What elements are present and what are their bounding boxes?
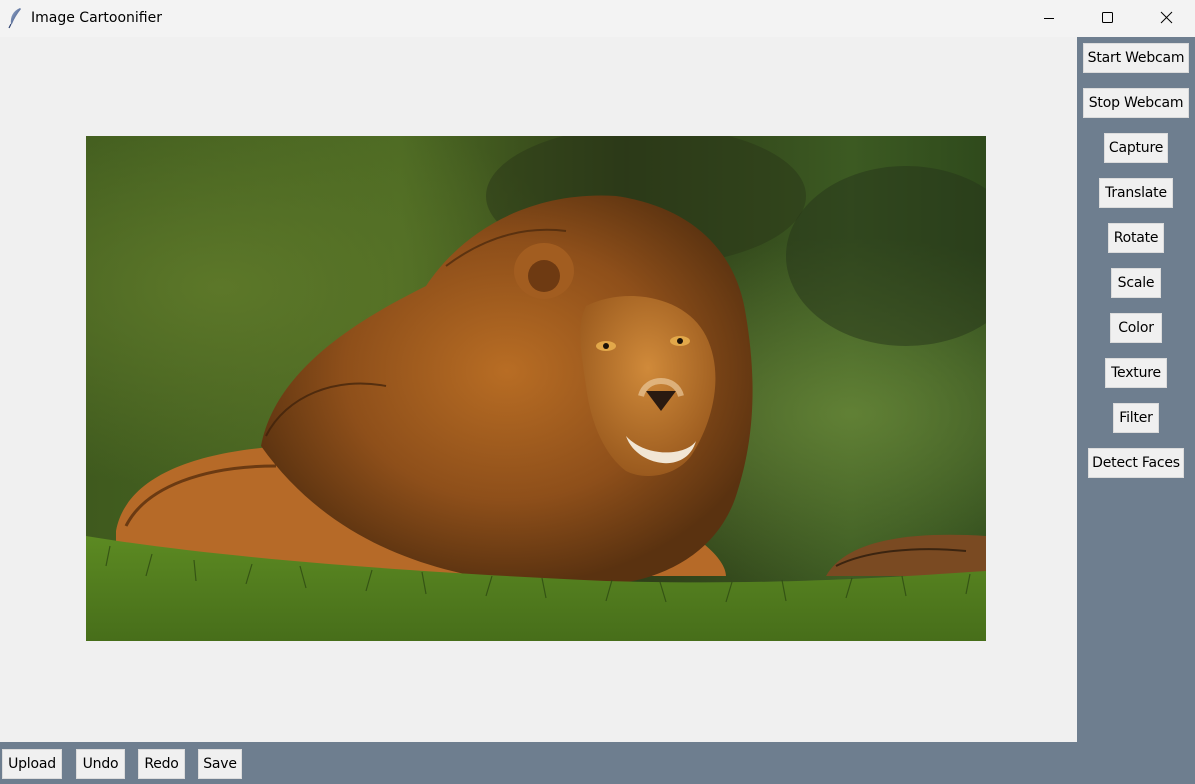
tools-panel: Start Webcam Stop Webcam Capture Transla… (1077, 37, 1195, 784)
maximize-icon (1102, 12, 1113, 23)
app-window: Image Cartoonifier Start Webcam Stop Web… (0, 0, 1195, 784)
save-button[interactable]: Save (198, 749, 242, 779)
scale-button[interactable]: Scale (1111, 268, 1161, 298)
undo-button[interactable]: Undo (76, 749, 125, 779)
window-title: Image Cartoonifier (31, 10, 162, 26)
translate-button[interactable]: Translate (1099, 178, 1173, 208)
feather-icon (7, 7, 23, 29)
upload-button[interactable]: Upload (2, 749, 62, 779)
title-bar[interactable]: Image Cartoonifier (0, 0, 1195, 37)
file-actions-bar: Upload Undo Redo Save (0, 742, 1077, 784)
capture-button[interactable]: Capture (1104, 133, 1168, 163)
minimize-button[interactable] (1020, 0, 1078, 37)
detect-faces-button[interactable]: Detect Faces (1088, 448, 1184, 478)
rotate-button[interactable]: Rotate (1108, 223, 1164, 253)
cartoon-image (86, 136, 986, 641)
start-webcam-button[interactable]: Start Webcam (1083, 43, 1189, 73)
minimize-icon (1044, 18, 1054, 19)
image-canvas (0, 37, 1077, 742)
redo-button[interactable]: Redo (138, 749, 185, 779)
maximize-button[interactable] (1078, 0, 1136, 37)
texture-button[interactable]: Texture (1105, 358, 1167, 388)
close-icon (1160, 11, 1173, 24)
close-button[interactable] (1137, 0, 1195, 37)
stop-webcam-button[interactable]: Stop Webcam (1083, 88, 1189, 118)
color-button[interactable]: Color (1110, 313, 1162, 343)
filter-button[interactable]: Filter (1113, 403, 1159, 433)
